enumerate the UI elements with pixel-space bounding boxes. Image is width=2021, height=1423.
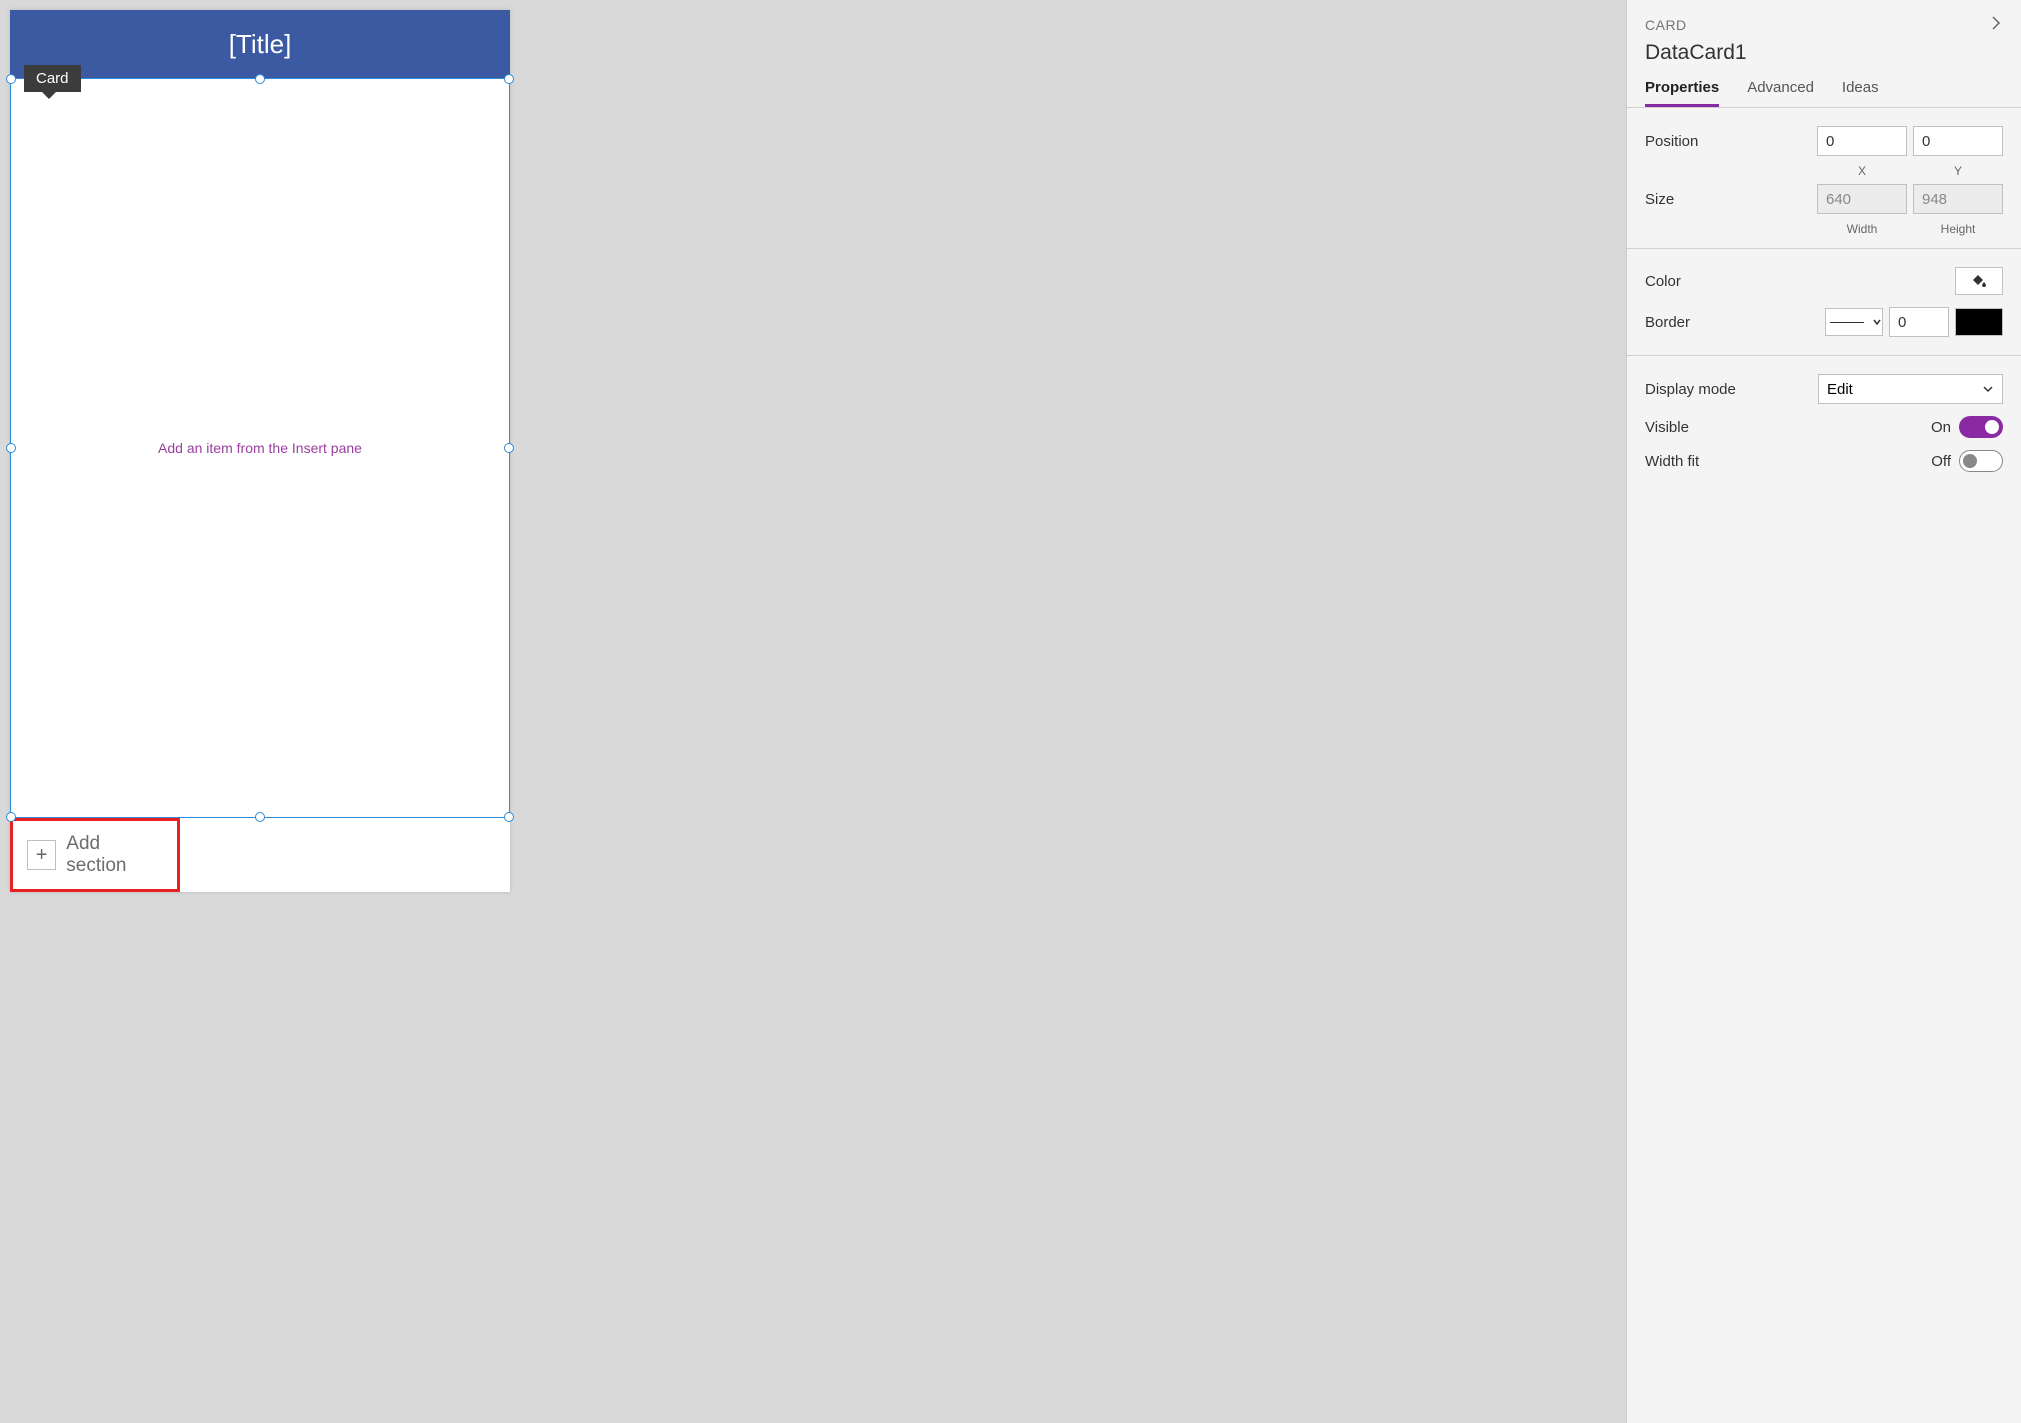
panel-tabs: Properties Advanced Ideas — [1627, 65, 2021, 108]
card-title-bar[interactable]: [Title] — [10, 10, 510, 78]
selection-handle-bl[interactable] — [6, 812, 16, 822]
size-width-input[interactable] — [1817, 184, 1907, 214]
display-mode-label: Display mode — [1645, 381, 1736, 398]
chevron-down-icon — [1872, 317, 1882, 327]
color-picker[interactable] — [1955, 267, 2003, 295]
card-title-text: [Title] — [229, 29, 292, 60]
canvas-area: Card [Title] Add an item from the Insert… — [0, 0, 1626, 1423]
plus-icon: + — [27, 840, 56, 870]
insert-placeholder: Add an item from the Insert pane — [158, 440, 362, 456]
visible-toggle[interactable] — [1959, 416, 2003, 438]
chevron-right-icon[interactable] — [1989, 14, 2003, 35]
border-width-input[interactable] — [1889, 307, 1949, 337]
panel-category-text: CARD — [1645, 17, 1687, 33]
position-x-input[interactable] — [1817, 126, 1907, 156]
position-y-input[interactable] — [1913, 126, 2003, 156]
selection-handle-mr[interactable] — [504, 443, 514, 453]
widthfit-value-text: Off — [1931, 453, 1951, 470]
widthfit-label: Width fit — [1645, 453, 1699, 470]
height-label: Height — [1913, 222, 2003, 236]
border-style-dropdown[interactable] — [1825, 308, 1883, 336]
properties-panel: CARD DataCard1 Properties Advanced Ideas… — [1626, 0, 2021, 1423]
card-body[interactable]: Add an item from the Insert pane — [10, 78, 510, 818]
x-label: X — [1817, 164, 1907, 178]
add-section-button[interactable]: + Add section — [10, 818, 180, 892]
add-section-label: Add section — [66, 833, 163, 877]
panel-category: CARD — [1645, 14, 2003, 35]
tab-properties[interactable]: Properties — [1645, 79, 1719, 107]
size-height-input[interactable] — [1913, 184, 2003, 214]
card-tooltip: Card — [24, 65, 81, 92]
visible-value-text: On — [1931, 419, 1951, 436]
widthfit-toggle[interactable] — [1959, 450, 2003, 472]
selection-handle-br[interactable] — [504, 812, 514, 822]
y-label: Y — [1913, 164, 2003, 178]
panel-title: DataCard1 — [1645, 41, 2003, 65]
size-label: Size — [1645, 191, 1674, 208]
width-label: Width — [1817, 222, 1907, 236]
chevron-down-icon — [1982, 383, 1994, 395]
display-mode-select[interactable]: Edit — [1818, 374, 2003, 404]
color-label: Color — [1645, 273, 1681, 290]
selection-handle-bc[interactable] — [255, 812, 265, 822]
selection-handle-tr[interactable] — [504, 74, 514, 84]
selection-handle-tc[interactable] — [255, 74, 265, 84]
border-color-picker[interactable] — [1955, 308, 2003, 336]
card-container[interactable]: Card [Title] Add an item from the Insert… — [10, 10, 510, 892]
visible-label: Visible — [1645, 419, 1689, 436]
tab-advanced[interactable]: Advanced — [1747, 79, 1814, 107]
tab-ideas[interactable]: Ideas — [1842, 79, 1879, 107]
position-label: Position — [1645, 133, 1698, 150]
selection-handle-tl[interactable] — [6, 74, 16, 84]
display-mode-value: Edit — [1827, 381, 1853, 398]
selection-handle-ml[interactable] — [6, 443, 16, 453]
border-label: Border — [1645, 314, 1690, 331]
